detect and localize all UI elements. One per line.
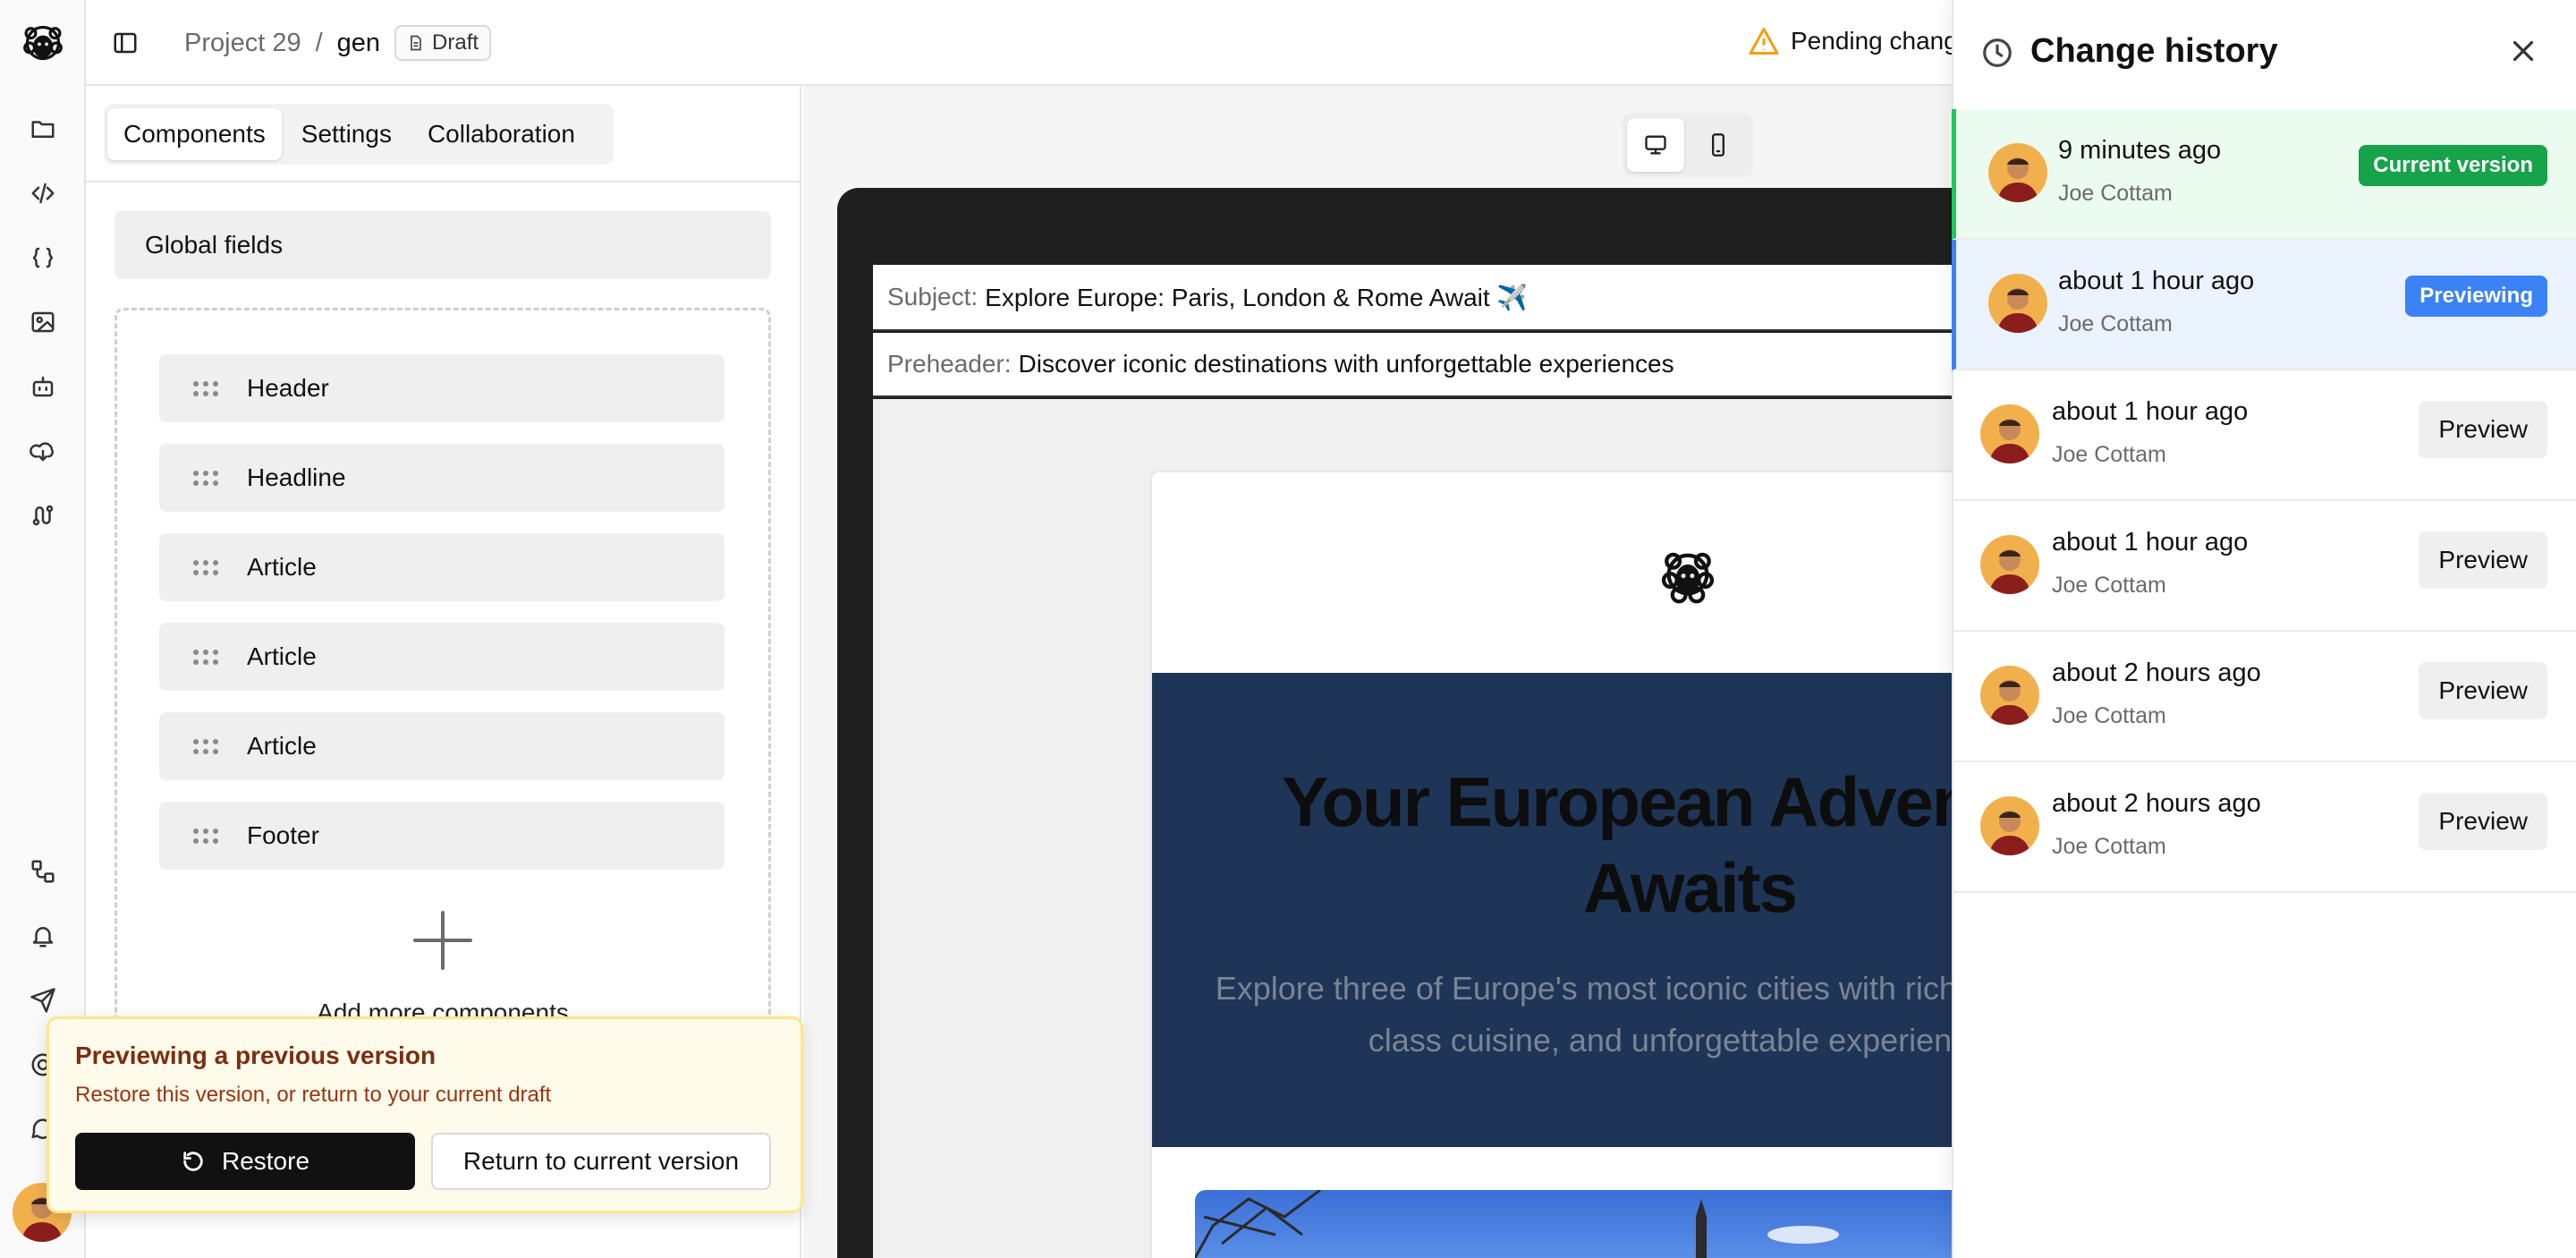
tab-components[interactable]: Components: [107, 108, 282, 160]
avatar: [1988, 274, 2047, 333]
panel-tabs: Components Settings Collaboration: [104, 104, 614, 165]
subject-key: Subject:: [887, 283, 979, 310]
route-icon[interactable]: [25, 497, 61, 533]
desktop-icon[interactable]: [1627, 118, 1684, 172]
code-icon[interactable]: [25, 175, 61, 211]
history-time: about 2 hours ago: [2052, 659, 2261, 687]
history-author: Joe Cottam: [2052, 834, 2166, 859]
history-entry[interactable]: about 1 hour ago Joe Cottam Previewing: [1952, 240, 2576, 370]
component-label: Headline: [247, 463, 346, 491]
pending-changes[interactable]: Pending changes: [1748, 25, 1984, 57]
drag-handle-icon[interactable]: [193, 649, 224, 665]
plus-icon[interactable]: [411, 909, 474, 972]
preview-button[interactable]: Preview: [2419, 662, 2547, 719]
history-entry[interactable]: about 2 hours ago Joe Cottam Preview: [1952, 632, 2576, 762]
drag-handle-icon[interactable]: [193, 559, 224, 575]
restore-label: Restore: [221, 1147, 310, 1175]
component-label: Article: [247, 732, 317, 760]
history-entry[interactable]: about 2 hours ago Joe Cottam Preview: [1952, 762, 2576, 893]
history-time: about 1 hour ago: [2052, 397, 2249, 426]
return-to-current-button[interactable]: Return to current version: [431, 1133, 771, 1190]
history-entry[interactable]: about 1 hour ago Joe Cottam Preview: [1952, 501, 2576, 632]
history-author: Joe Cottam: [2052, 703, 2166, 728]
component-label: Footer: [247, 821, 319, 849]
tab-collaboration[interactable]: Collaboration: [411, 108, 591, 160]
bot-icon[interactable]: [25, 369, 61, 404]
email-subject: Subject: Explore Europe: Paris, London &…: [873, 265, 1955, 331]
history-author: Joe Cottam: [2058, 181, 2173, 206]
drag-handle-icon[interactable]: [193, 738, 224, 754]
breadcrumb-item[interactable]: gen: [337, 29, 380, 58]
history-author: Joe Cottam: [2058, 311, 2173, 336]
component-item[interactable]: Article: [159, 712, 724, 780]
breadcrumb-project[interactable]: Project 29: [184, 29, 301, 58]
send-icon[interactable]: [25, 982, 61, 1018]
sheep-logo-icon: [1658, 542, 1717, 607]
avatar: [1980, 535, 2039, 594]
status-badge: Draft: [394, 25, 492, 61]
divider: [86, 181, 801, 183]
folder-icon[interactable]: [25, 111, 61, 147]
breadcrumb-separator: /: [315, 28, 323, 57]
component-label: Article: [247, 553, 317, 581]
previewing-badge: Previewing: [2405, 276, 2547, 317]
history-entry[interactable]: about 1 hour ago Joe Cottam Preview: [1952, 370, 2576, 501]
component-label: Header: [247, 374, 329, 402]
history-time: about 1 hour ago: [2058, 267, 2255, 295]
hero-image: [1195, 1190, 1955, 1258]
restore-icon: [183, 1152, 203, 1171]
drawer-title: Change history: [2030, 32, 2278, 70]
avatar: [1980, 666, 2039, 725]
status-badge-label: Draft: [432, 30, 479, 55]
preview-banner-subtitle: Restore this version, or return to your …: [75, 1083, 552, 1107]
warning-icon: [1749, 28, 1779, 55]
drag-handle-icon[interactable]: [193, 380, 224, 396]
avatar: [1980, 796, 2039, 855]
preview-button[interactable]: Preview: [2419, 401, 2547, 458]
preview-button[interactable]: Preview: [2419, 531, 2547, 589]
history-time: about 2 hours ago: [2052, 789, 2261, 818]
component-item[interactable]: Footer: [159, 802, 724, 870]
restore-button[interactable]: Restore: [75, 1133, 415, 1190]
history-time: about 1 hour ago: [2052, 528, 2249, 557]
sheep-logo-icon[interactable]: [18, 18, 68, 68]
component-item[interactable]: Article: [159, 533, 724, 601]
current-version-badge: Current version: [2359, 145, 2547, 186]
subject-value: Explore Europe: Paris, London & Rome Awa…: [985, 283, 1529, 311]
avatar: [1988, 143, 2047, 202]
email-preheader: Preheader: Discover iconic destinations …: [873, 333, 1955, 397]
preheader-key: Preheader:: [887, 350, 1012, 378]
drag-handle-icon[interactable]: [193, 470, 224, 486]
history-time: 9 minutes ago: [2058, 136, 2222, 165]
workflow-icon[interactable]: [25, 854, 61, 889]
file-icon: [411, 35, 421, 51]
clock-icon: [1980, 36, 2014, 70]
mobile-icon[interactable]: [1690, 118, 1747, 172]
preheader-value: Discover iconic destinations with unforg…: [1018, 350, 1674, 378]
device-toggle: [1623, 113, 1753, 177]
preview-button[interactable]: Preview: [2419, 793, 2547, 850]
history-author: Joe Cottam: [2052, 442, 2166, 467]
close-icon[interactable]: [2506, 34, 2540, 68]
history-author: Joe Cottam: [2052, 573, 2166, 598]
preview-banner-title: Previewing a previous version: [75, 1041, 436, 1069]
sidebar-toggle-icon[interactable]: [107, 25, 143, 61]
drag-handle-icon[interactable]: [193, 828, 224, 844]
component-item[interactable]: Headline: [159, 444, 724, 512]
braces-icon[interactable]: [25, 240, 61, 276]
breadcrumb: Project 29 / gen Draft: [184, 25, 492, 61]
download-cloud-icon[interactable]: [25, 433, 61, 469]
tab-settings[interactable]: Settings: [285, 108, 408, 160]
bell-icon[interactable]: [25, 918, 61, 954]
component-label: Article: [247, 642, 317, 670]
component-item[interactable]: Header: [159, 354, 724, 422]
history-entry[interactable]: 9 minutes ago Joe Cottam Current version: [1952, 109, 2576, 240]
component-item[interactable]: Article: [159, 623, 724, 691]
image-icon[interactable]: [25, 304, 61, 340]
avatar: [1980, 404, 2039, 463]
global-fields-button[interactable]: Global fields: [114, 211, 771, 279]
